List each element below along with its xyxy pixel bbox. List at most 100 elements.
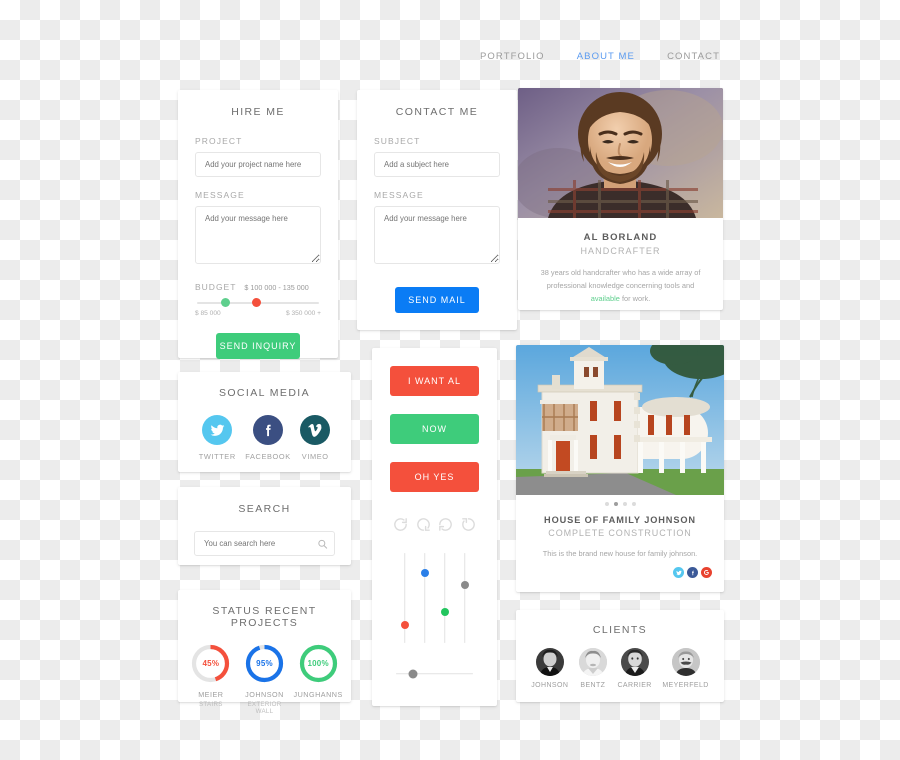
- donut-chart-johnson: 95%: [244, 643, 285, 684]
- donut-sub-johnson: EXTERIOR WALL: [247, 701, 282, 715]
- client-name-meyerfeld: MEYERFELD: [662, 682, 709, 689]
- donut-name-johnson: JOHNSON: [245, 690, 284, 699]
- twitter-icon[interactable]: [202, 415, 233, 445]
- refresh-icon-1[interactable]: [392, 516, 409, 533]
- avatar-bentz: [578, 648, 607, 676]
- donut-chart-junghanns: 100%: [298, 643, 339, 684]
- donut-percent-johnson: 95%: [256, 659, 273, 668]
- subject-field-group: SUBJECT: [374, 136, 500, 177]
- social-label-twitter: TWITTER: [198, 452, 236, 461]
- message-textarea[interactable]: [195, 206, 321, 264]
- send-inquiry-button[interactable]: SEND INQUIRY: [216, 333, 300, 359]
- client-name-johnson: JOHNSON: [531, 682, 569, 689]
- now-button[interactable]: NOW: [390, 414, 479, 444]
- slider-knob-green[interactable]: [440, 607, 449, 616]
- controls-panel: I WANT AL NOW OH YES: [372, 348, 497, 706]
- donut-item-johnson[interactable]: 95% JOHNSON EXTERIOR WALL: [238, 643, 290, 715]
- donut-sub-meier: STAIRS: [198, 701, 223, 708]
- profile-bio-before: 38 years old handcrafter who has a wide …: [540, 268, 701, 290]
- donut-item-junghanns[interactable]: 100% JUNGHANNS: [292, 643, 344, 715]
- subject-input[interactable]: [374, 152, 500, 177]
- project-input[interactable]: [195, 152, 321, 177]
- profile-role: HANDCRAFTER: [580, 246, 661, 256]
- budget-range-slider[interactable]: [197, 298, 319, 307]
- googleplus-share-icon[interactable]: [701, 567, 712, 578]
- social-item-vimeo[interactable]: VIMEO: [300, 415, 331, 461]
- vertical-slider-group: [390, 533, 479, 643]
- client-item-carrier[interactable]: CARRIER: [617, 648, 651, 689]
- project-title: HOUSE OF FAMILY JOHNSON: [544, 515, 696, 525]
- vertical-slider-gray[interactable]: [459, 553, 470, 643]
- oh-yes-button[interactable]: OH YES: [390, 462, 479, 492]
- social-item-twitter[interactable]: TWITTER: [199, 415, 236, 461]
- social-media-panel: SOCIAL MEDIA TWITTER FACEBOOK VIMEO: [178, 372, 351, 472]
- social-item-facebook[interactable]: FACEBOOK: [245, 415, 290, 461]
- budget-knob-high[interactable]: [251, 298, 261, 307]
- refresh-icon-row: [390, 510, 479, 533]
- vimeo-icon[interactable]: [300, 415, 331, 445]
- twitter-share-icon[interactable]: [673, 567, 684, 578]
- vertical-slider-green[interactable]: [439, 553, 450, 643]
- carousel-dot-4[interactable]: [631, 502, 636, 506]
- project-label: PROJECT: [195, 136, 243, 146]
- client-item-bentz[interactable]: BENTZ: [578, 648, 607, 689]
- client-item-meyerfeld[interactable]: MEYERFELD: [662, 648, 708, 689]
- avatar-johnson: [535, 648, 564, 676]
- clients-panel: CLIENTS JOHNSON BENTZ CARRIER MEYERFELD: [516, 610, 724, 702]
- donut-name-meier: MEIER: [198, 690, 224, 699]
- donut-item-meier[interactable]: 45% MEIER STAIRS: [185, 643, 237, 715]
- share-row: [516, 558, 724, 578]
- vertical-slider-blue[interactable]: [419, 553, 430, 643]
- avatar-carrier: [620, 648, 649, 676]
- profile-bio-after: for work.: [619, 293, 651, 303]
- social-media-title: SOCIAL MEDIA: [218, 387, 311, 399]
- project-card: HOUSE OF FAMILY JOHNSON COMPLETE CONSTRU…: [516, 345, 724, 592]
- donut-percent-junghanns: 100%: [307, 659, 329, 668]
- donut-name-junghanns: JUNGHANNS: [293, 690, 343, 699]
- vertical-slider-red[interactable]: [399, 553, 410, 643]
- client-item-johnson[interactable]: JOHNSON: [531, 648, 568, 689]
- contact-message-group: MESSAGE: [374, 190, 500, 269]
- profile-available-link[interactable]: available: [591, 294, 620, 303]
- budget-group: BUDGET $ 100 000 - 135 000 $ 85 000 $ 35…: [195, 282, 321, 317]
- carousel-dot-1[interactable]: [604, 502, 609, 506]
- magnifier-icon[interactable]: [317, 538, 328, 549]
- project-subtitle: COMPLETE CONSTRUCTION: [548, 528, 692, 538]
- facebook-icon[interactable]: [253, 415, 283, 445]
- horizontal-slider[interactable]: [396, 669, 473, 678]
- carousel-dot-3[interactable]: [622, 502, 627, 506]
- search-title: SEARCH: [238, 503, 291, 515]
- refresh-icon-4[interactable]: [460, 516, 477, 533]
- carousel-dot-2[interactable]: [613, 502, 618, 506]
- search-input[interactable]: [194, 531, 335, 556]
- refresh-icon-2[interactable]: [415, 516, 432, 533]
- contact-me-panel: CONTACT ME SUBJECT MESSAGE SEND MAIL: [357, 90, 517, 330]
- donut-percent-meier: 45%: [202, 659, 220, 668]
- slider-knob-red[interactable]: [400, 621, 409, 629]
- slider-track: [423, 553, 426, 643]
- facebook-share-icon[interactable]: [687, 567, 698, 578]
- status-projects-panel: STATUS RECENT PROJECTS 45% MEIER STAIRS …: [178, 590, 351, 715]
- slider-knob-blue[interactable]: [420, 568, 429, 577]
- i-want-al-button[interactable]: I WANT AL: [390, 366, 479, 396]
- slider-track: [443, 553, 446, 643]
- contact-message-textarea[interactable]: [374, 206, 500, 264]
- project-description: This is the brand new house for family j…: [542, 549, 698, 558]
- social-label-vimeo: VIMEO: [301, 452, 329, 461]
- nav-item-about-me[interactable]: ABOUT ME: [577, 51, 635, 62]
- budget-knob-low[interactable]: [221, 298, 231, 307]
- slider-knob-horizontal[interactable]: [408, 669, 418, 678]
- project-field-group: PROJECT: [195, 136, 321, 177]
- hire-me-panel: HIRE ME PROJECT MESSAGE BUDGET $ 100 000…: [178, 90, 338, 359]
- profile-bio: 38 years old handcrafter who has a wide …: [536, 267, 705, 306]
- hire-me-title: HIRE ME: [231, 106, 285, 118]
- contact-message-label: MESSAGE: [374, 190, 424, 200]
- slider-knob-gray[interactable]: [460, 580, 469, 589]
- nav-item-contact[interactable]: CONTACT: [667, 51, 720, 62]
- budget-min-label: $ 85 000: [195, 310, 221, 317]
- project-photo: [516, 345, 724, 495]
- budget-value: $ 100 000 - 135 000: [244, 283, 309, 292]
- send-mail-button[interactable]: SEND MAIL: [395, 287, 479, 313]
- nav-item-portfolio[interactable]: PORTFOLIO: [480, 51, 545, 62]
- refresh-icon-3[interactable]: [437, 516, 454, 533]
